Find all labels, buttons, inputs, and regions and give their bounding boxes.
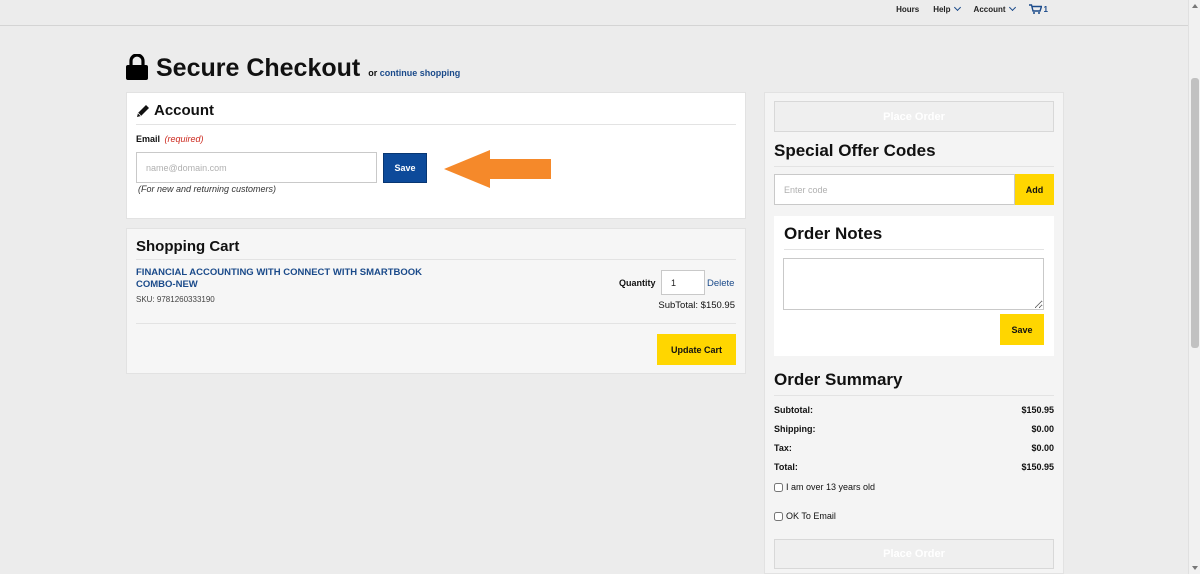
page-title: Secure Checkout <box>156 54 361 82</box>
cart-count: 1 <box>1043 4 1048 14</box>
order-notes-title: Order Notes <box>784 224 883 243</box>
shopping-cart-panel: Shopping Cart FINANCIAL ACCOUNTING WITH … <box>126 228 746 374</box>
place-order-button-top[interactable]: Place Order <box>774 101 1054 132</box>
account-header: Account <box>136 102 214 119</box>
account-panel: Account Email (required) Save (For new a… <box>126 92 746 219</box>
pencil-icon <box>137 104 149 117</box>
summary-label: Tax: <box>774 443 792 453</box>
save-notes-button[interactable]: Save <box>1000 314 1044 345</box>
divider <box>774 166 1054 167</box>
order-summary-title: Order Summary <box>774 370 903 389</box>
continue-shopping-link[interactable]: continue shopping <box>380 68 461 78</box>
checkout-page: Hours Help Account 1 Secure Checkout or … <box>0 0 1200 574</box>
nav-cart[interactable]: 1 <box>1028 4 1048 14</box>
place-order-button-bottom[interactable]: Place Order <box>774 539 1054 569</box>
age-checkbox-row[interactable]: I am over 13 years old <box>774 482 875 492</box>
cart-item-name-line1: FINANCIAL ACCOUNTING WITH CONNECT WITH S… <box>136 267 423 278</box>
summary-row-total: Total: $150.95 <box>774 462 1054 472</box>
ok-email-checkbox-label: OK To Email <box>786 511 836 521</box>
nav-hours[interactable]: Hours <box>896 5 919 14</box>
lock-icon <box>126 54 148 80</box>
summary-label: Subtotal: <box>774 405 813 415</box>
cart-icon <box>1028 4 1042 14</box>
email-checkbox-row[interactable]: OK To Email <box>774 511 836 521</box>
quantity-label: Quantity <box>619 278 656 288</box>
email-label: Email (required) <box>136 134 204 144</box>
cart-item-link[interactable]: FINANCIAL ACCOUNTING WITH CONNECT WITH S… <box>136 267 422 291</box>
summary-row-tax: Tax: $0.00 <box>774 443 1054 453</box>
offer-code-input[interactable] <box>774 174 1015 205</box>
delete-link[interactable]: Delete <box>707 278 734 289</box>
email-field[interactable] <box>136 152 377 183</box>
update-cart-button[interactable]: Update Cart <box>657 334 736 365</box>
offer-codes-title: Special Offer Codes <box>774 141 936 160</box>
nav-help[interactable]: Help <box>933 3 961 14</box>
add-code-button[interactable]: Add <box>1015 174 1054 205</box>
nav-account[interactable]: Account <box>973 3 1016 14</box>
age-checkbox-label: I am over 13 years old <box>786 482 876 492</box>
ok-email-checkbox[interactable] <box>774 511 783 521</box>
divider <box>136 323 736 324</box>
top-nav: Hours Help Account 1 <box>896 3 1048 14</box>
summary-value: $0.00 <box>1031 424 1054 434</box>
page-scrollbar[interactable] <box>1188 0 1200 574</box>
email-label-text: Email <box>136 134 161 144</box>
scroll-up-icon[interactable] <box>1192 4 1198 8</box>
nav-help-label: Help <box>933 4 951 14</box>
account-title: Account <box>154 102 214 119</box>
scroll-thumb[interactable] <box>1191 78 1199 348</box>
cart-title: Shopping Cart <box>136 238 240 255</box>
cart-item-subtotal: SubTotal: $150.95 <box>658 300 735 311</box>
summary-value: $150.95 <box>1021 405 1054 415</box>
cart-item-sku: SKU: 9781260333190 <box>136 295 215 304</box>
top-bar: Hours Help Account 1 <box>0 0 1188 26</box>
cart-item-name-line2: COMBO-NEW <box>136 279 198 290</box>
divider <box>136 259 736 260</box>
page-heading: Secure Checkout or continue shopping <box>126 54 460 82</box>
summary-value: $0.00 <box>1031 443 1054 453</box>
divider <box>136 124 736 125</box>
summary-row-shipping: Shipping: $0.00 <box>774 424 1054 434</box>
summary-label: Total: <box>774 462 798 472</box>
save-email-button[interactable]: Save <box>383 153 427 183</box>
summary-value: $150.95 <box>1021 462 1054 472</box>
summary-row-subtotal: Subtotal: $150.95 <box>774 405 1054 415</box>
age-checkbox[interactable] <box>774 482 783 492</box>
required-text: (required) <box>164 134 204 144</box>
order-notes-textarea[interactable] <box>783 258 1044 310</box>
email-hint: (For new and returning customers) <box>138 184 277 194</box>
quantity-input[interactable] <box>661 270 705 295</box>
chevron-down-icon <box>953 3 961 12</box>
chevron-down-icon <box>1008 3 1016 12</box>
divider <box>784 249 1044 250</box>
or-text: or <box>368 68 378 78</box>
summary-label: Shipping: <box>774 424 816 434</box>
scroll-down-icon[interactable] <box>1192 566 1198 570</box>
continue-shopping-text: or continue shopping <box>368 68 460 78</box>
nav-account-label: Account <box>973 4 1006 14</box>
divider <box>774 395 1054 396</box>
order-notes-panel: Order Notes Save <box>774 216 1054 356</box>
annotation-arrow-icon <box>444 150 551 188</box>
